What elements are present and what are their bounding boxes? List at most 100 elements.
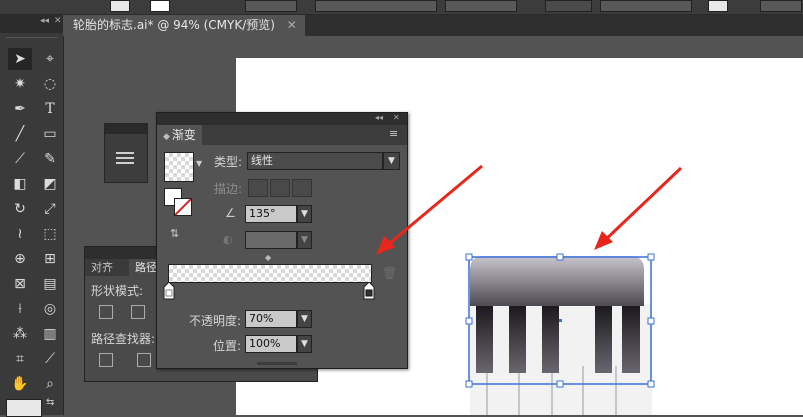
handle[interactable] xyxy=(465,380,473,388)
control-field-6[interactable] xyxy=(760,0,802,12)
aspect-ratio-input[interactable] xyxy=(245,231,297,249)
angle-dropdown-icon[interactable]: ▼ xyxy=(297,205,312,223)
position-dropdown-icon[interactable]: ▼ xyxy=(297,335,312,353)
toolbox: ◂◂ ✕ ➤ ⌖ ✷ ◌ ✒ T ╱ ▭ ⟋ ✎ ◧ ◩ ↻ ⤢ ≀ ⬚ ⊕ ⊞… xyxy=(0,15,64,417)
lasso-icon[interactable]: ◌ xyxy=(38,73,62,95)
toolbox-header: ◂◂ ✕ xyxy=(0,15,63,33)
fill-swatch[interactable] xyxy=(110,0,130,12)
close-icon[interactable]: ✕ xyxy=(54,16,62,26)
rectangle-icon[interactable]: ▭ xyxy=(38,123,62,145)
trim-icon[interactable] xyxy=(137,353,151,367)
control-field-4[interactable] xyxy=(545,0,592,12)
annotation-arrows xyxy=(376,164,683,255)
position-input[interactable]: 100% xyxy=(245,335,297,353)
angle-input[interactable]: 135° xyxy=(245,205,297,223)
free-transform-icon[interactable]: ⬚ xyxy=(38,223,62,245)
gradient-slider[interactable] xyxy=(168,264,372,283)
type-label: 类型: xyxy=(214,155,243,169)
control-swatch-3[interactable] xyxy=(708,0,728,12)
aspect-ratio-icon: ◐ xyxy=(223,233,233,246)
symbol-sprayer-icon[interactable]: ⁂ xyxy=(8,323,32,345)
menu-icon[interactable] xyxy=(116,152,134,154)
stroke-across-icon[interactable] xyxy=(292,179,312,197)
gradient-icon[interactable]: ▤ xyxy=(38,273,62,295)
handle[interactable] xyxy=(465,317,473,325)
handle[interactable] xyxy=(647,380,655,388)
eraser-icon[interactable]: ◩ xyxy=(38,173,62,195)
panel-resize-grip[interactable] xyxy=(257,362,297,365)
document-tab-title: 轮胎的标志.ai* @ 94% (CMYK/预览) xyxy=(73,18,275,32)
center-point xyxy=(559,319,562,322)
mesh-icon[interactable]: ⊠ xyxy=(8,273,32,295)
divide-icon[interactable] xyxy=(99,353,113,367)
line-icon[interactable]: ╱ xyxy=(8,123,32,145)
document-tab-bar: 轮胎的标志.ai* @ 94% (CMYK/预览) ✕ xyxy=(63,15,803,36)
control-field-5[interactable] xyxy=(600,0,692,12)
blend-icon[interactable]: ◎ xyxy=(38,298,62,320)
column-graph-icon[interactable]: ▥ xyxy=(38,323,62,345)
tab-gradient[interactable]: ◆ 渐变 xyxy=(157,125,202,145)
aspect-dropdown-icon[interactable]: ▼ xyxy=(297,231,312,249)
type-select[interactable]: 线性 xyxy=(247,152,383,170)
warp-icon[interactable]: ≀ xyxy=(8,223,32,245)
gradient-swatch[interactable] xyxy=(164,152,194,182)
eyedropper-icon[interactable]: ⟊ xyxy=(8,298,32,320)
stroke-along-icon[interactable] xyxy=(270,179,290,197)
pen-icon[interactable]: ✒ xyxy=(8,98,32,120)
trash-icon[interactable]: 🗑 xyxy=(382,266,397,280)
angle-icon: ∠ xyxy=(225,206,236,220)
gradient-tab-row: ◆ 渐变 ≡ xyxy=(157,125,407,145)
midpoint-diamond-icon[interactable]: ◆ xyxy=(265,253,271,262)
handle[interactable] xyxy=(556,380,564,388)
hand-icon[interactable]: ✋ xyxy=(8,373,32,395)
position-label: 位置: xyxy=(213,339,242,353)
type-icon[interactable]: T xyxy=(38,98,62,120)
control-bar xyxy=(0,0,803,15)
control-field-2[interactable] xyxy=(315,0,437,12)
direct-selection-icon[interactable]: ⌖ xyxy=(38,48,62,70)
pencil-icon[interactable]: ✎ xyxy=(38,148,62,170)
control-field-1[interactable] xyxy=(245,0,297,12)
close-icon[interactable]: ✕ xyxy=(393,113,400,122)
gradient-stop-left[interactable] xyxy=(163,282,175,300)
tab-align[interactable]: 对齐 xyxy=(85,259,119,276)
stroke-indicator[interactable] xyxy=(174,198,192,216)
swatch-dropdown-icon[interactable]: ▼ xyxy=(196,159,202,168)
panel-menu-icon[interactable]: ≡ xyxy=(389,127,398,140)
selection-bounding-box[interactable] xyxy=(462,250,662,392)
document-tab[interactable]: 轮胎的标志.ai* @ 94% (CMYK/预览) ✕ xyxy=(63,15,305,36)
fill-stroke-indicator[interactable] xyxy=(6,399,42,417)
handle[interactable] xyxy=(647,317,655,325)
reverse-gradient-icon[interactable]: ⇅ xyxy=(170,227,184,241)
stroke-within-icon[interactable] xyxy=(248,179,268,197)
collapse-icon[interactable]: ◂◂ xyxy=(40,16,49,26)
collapsed-panel-header xyxy=(105,124,147,134)
shape-builder-icon[interactable]: ⊕ xyxy=(8,248,32,270)
magic-wand-icon[interactable]: ✷ xyxy=(8,73,32,95)
selection-arrow-icon[interactable]: ➤ xyxy=(8,48,32,70)
blob-brush-icon[interactable]: ◧ xyxy=(8,173,32,195)
annotation-arrow-2 xyxy=(600,166,683,245)
scale-icon[interactable]: ⤢ xyxy=(38,198,62,220)
zoom-icon[interactable]: ⌕ xyxy=(38,373,62,395)
stroke-label: 描边: xyxy=(214,182,243,196)
slice-icon[interactable]: ⟋ xyxy=(38,348,62,370)
gradient-panel-title: 渐变 xyxy=(171,128,196,142)
close-tab-icon[interactable]: ✕ xyxy=(287,18,297,32)
paintbrush-icon[interactable]: ⟋ xyxy=(8,148,32,170)
perspective-grid-icon[interactable]: ⊞ xyxy=(38,248,62,270)
unite-icon[interactable] xyxy=(99,305,113,319)
minus-front-icon[interactable] xyxy=(131,305,145,319)
opacity-input[interactable]: 70% xyxy=(245,310,297,328)
stroke-swatch[interactable] xyxy=(150,0,170,12)
pathfinder-label: 路径查找器: xyxy=(91,332,156,346)
artboard-icon[interactable]: ⌗ xyxy=(8,348,32,370)
rotate-icon[interactable]: ↻ xyxy=(8,198,32,220)
control-field-3[interactable] xyxy=(445,0,517,12)
annotation-arrowhead-1 xyxy=(376,236,395,255)
opacity-dropdown-icon[interactable]: ▼ xyxy=(297,310,312,328)
collapsed-panel[interactable] xyxy=(104,123,148,183)
collapse-icon[interactable]: ◂◂ xyxy=(375,113,383,122)
gradient-stop-right[interactable] xyxy=(363,282,375,300)
swap-icon[interactable]: ⇆ xyxy=(46,397,54,408)
